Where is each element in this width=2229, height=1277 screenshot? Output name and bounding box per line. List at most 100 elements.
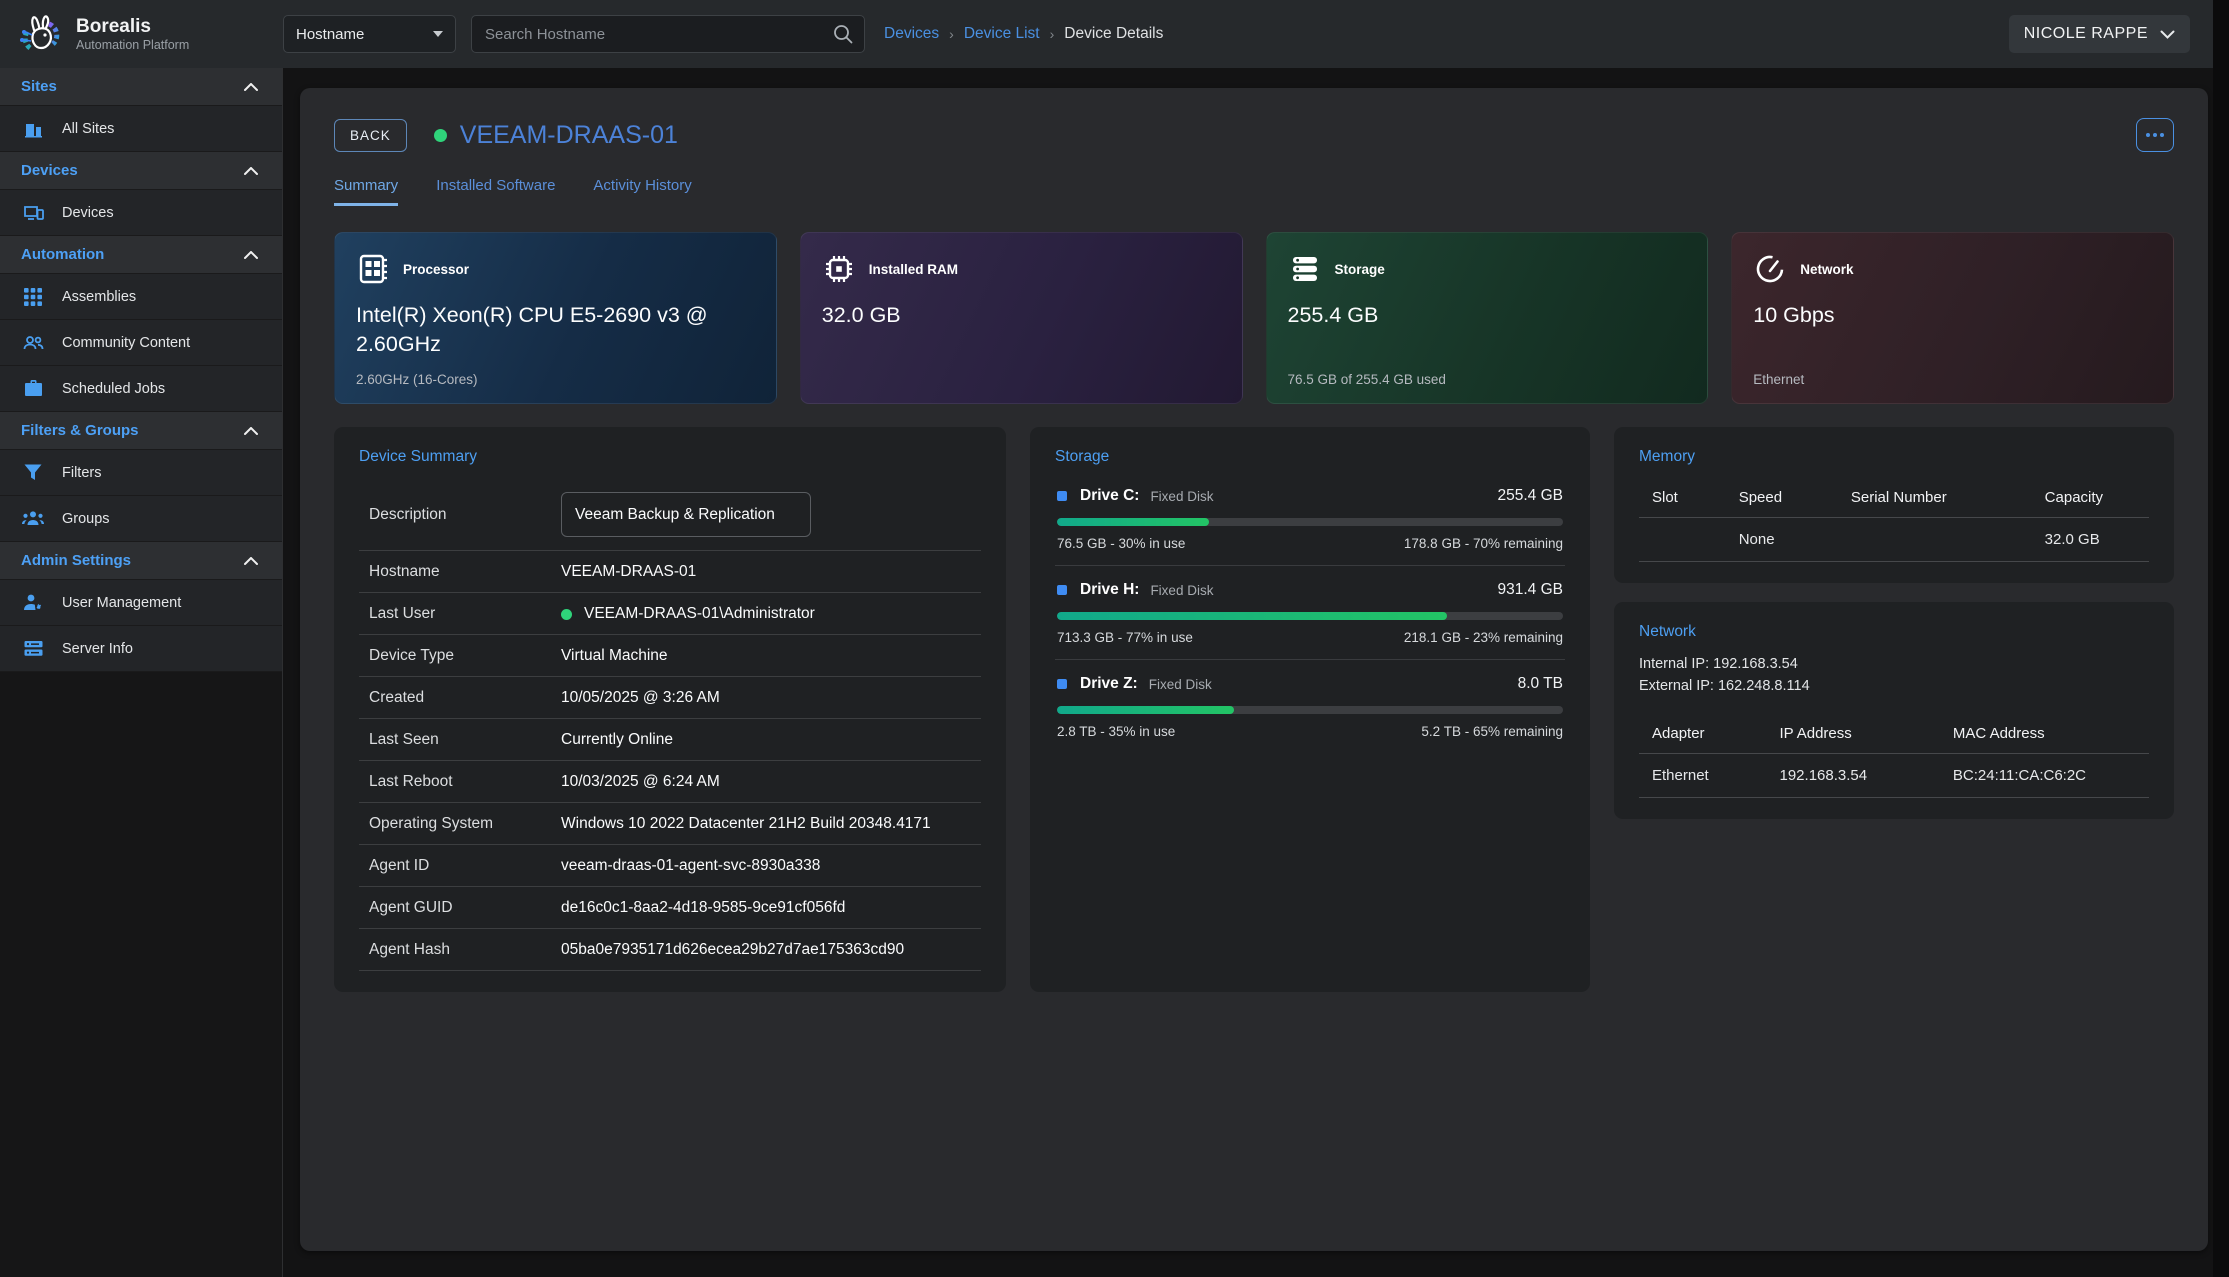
breadcrumb-separator: › [1050, 26, 1055, 42]
drive-remaining-label: 5.2 TB - 65% remaining [1421, 724, 1563, 739]
summary-row-created: Created 10/05/2025 @ 3:26 AM [359, 677, 981, 719]
storage-card: Storage 255.4 GB 76.5 GB of 255.4 GB use… [1266, 232, 1709, 404]
network-header-ip: IP Address [1767, 717, 1940, 754]
ram-chip-icon [822, 252, 856, 286]
memory-speed: None [1726, 518, 1838, 562]
row-label: Description [369, 506, 561, 524]
network-ip: 192.168.3.54 [1767, 754, 1940, 798]
stat-card-title: Installed RAM [869, 262, 958, 277]
search-field-selected: Hostname [296, 26, 364, 43]
search-box [471, 15, 865, 53]
sidebar-section-label: Automation [21, 246, 104, 263]
row-label: Last Seen [369, 731, 561, 749]
network-row: Ethernet 192.168.3.54 BC:24:11:CA:C6:2C [1639, 754, 2149, 798]
memory-row: None 32.0 GB [1639, 518, 2149, 562]
tab-installed-software[interactable]: Installed Software [436, 177, 555, 206]
sidebar-item-groups[interactable]: Groups [0, 496, 282, 542]
sidebar-item-label: Scheduled Jobs [62, 381, 165, 397]
chevron-up-icon [244, 167, 258, 175]
summary-row-description: Description [359, 479, 981, 551]
installed-ram-value: 32.0 GB [822, 301, 1221, 330]
memory-header-capacity: Capacity [2032, 481, 2149, 518]
drive-size: 931.4 GB [1498, 581, 1564, 599]
sidebar-item-assemblies[interactable]: Assemblies [0, 274, 282, 320]
row-label: Hostname [369, 563, 561, 581]
sidebar-item-filters[interactable]: Filters [0, 450, 282, 496]
memory-header-speed: Speed [1726, 481, 1838, 518]
breadcrumb-separator: › [949, 26, 954, 42]
drive-used-label: 76.5 GB - 30% in use [1057, 536, 1185, 551]
tab-activity-history[interactable]: Activity History [593, 177, 691, 206]
summary-row-hostname: Hostname VEEAM-DRAAS-01 [359, 551, 981, 593]
row-value: 10/03/2025 @ 6:24 AM [561, 773, 981, 791]
right-column: Memory Slot Speed Serial Number Capacity… [1614, 427, 2174, 819]
drive-size: 255.4 GB [1498, 487, 1564, 505]
sidebar-item-server-info[interactable]: Server Info [0, 626, 282, 672]
sidebar-item-community-content[interactable]: Community Content [0, 320, 282, 366]
row-value: Currently Online [561, 731, 981, 749]
people-icon [22, 335, 44, 351]
search-field-select[interactable]: Hostname [283, 15, 456, 53]
sidebar-section-sites[interactable]: Sites [0, 68, 282, 106]
network-table: Adapter IP Address MAC Address Ethernet … [1639, 717, 2149, 798]
row-value: 10/05/2025 @ 3:26 AM [561, 689, 981, 707]
network-panel: Network Internal IP: 192.168.3.54 Extern… [1614, 602, 2174, 819]
sidebar-item-label: Groups [62, 511, 110, 527]
sidebar-section-automation[interactable]: Automation [0, 236, 282, 274]
processor-value: Intel(R) Xeon(R) CPU E5-2690 v3 @ 2.60GH… [356, 301, 755, 359]
funnel-icon [22, 464, 44, 481]
sidebar-section-label: Filters & Groups [21, 422, 139, 439]
sidebar-item-devices[interactable]: Devices [0, 190, 282, 236]
scrollbar-gutter[interactable] [2213, 0, 2229, 1277]
row-label: Last Reboot [369, 773, 561, 791]
caret-down-icon [433, 31, 443, 37]
sidebar-section-label: Devices [21, 162, 78, 179]
row-label: Created [369, 689, 561, 707]
row-label: Agent GUID [369, 899, 561, 917]
sidebar-item-all-sites[interactable]: All Sites [0, 106, 282, 152]
drive-usage-bar [1057, 612, 1563, 620]
chevron-down-icon [2160, 30, 2175, 39]
drive-usage-fill [1057, 706, 1234, 714]
groups-icon [22, 511, 44, 526]
row-label: Agent ID [369, 857, 561, 875]
breadcrumb-devices[interactable]: Devices [884, 25, 939, 43]
row-value: VEEAM-DRAAS-01\Administrator [584, 605, 815, 623]
sidebar-section-devices[interactable]: Devices [0, 152, 282, 190]
sidebar-section-label: Admin Settings [21, 552, 131, 569]
tab-summary[interactable]: Summary [334, 177, 398, 206]
storage-subtitle: 76.5 GB of 255.4 GB used [1288, 372, 1446, 387]
description-input[interactable] [561, 492, 811, 537]
processor-subtitle: 2.60GHz (16-Cores) [356, 372, 478, 387]
installed-ram-card: Installed RAM 32.0 GB [800, 232, 1243, 404]
sidebar-section-filters-groups[interactable]: Filters & Groups [0, 412, 282, 450]
row-value: de16c0c1-8aa2-4d18-9585-9ce91cf056fd [561, 899, 981, 917]
sidebar-section-admin-settings[interactable]: Admin Settings [0, 542, 282, 580]
network-value: 10 Gbps [1753, 301, 2152, 330]
more-actions-button[interactable] [2136, 118, 2174, 152]
drive-bullet-icon [1057, 585, 1067, 595]
topbar: Borealis Automation Platform Hostname De… [0, 0, 2213, 68]
summary-row-last-reboot: Last Reboot 10/03/2025 @ 6:24 AM [359, 761, 981, 803]
sidebar-item-label: Community Content [62, 335, 190, 351]
drive-remaining-label: 218.1 GB - 23% remaining [1404, 630, 1563, 645]
row-value: Virtual Machine [561, 647, 981, 665]
sidebar-item-scheduled-jobs[interactable]: Scheduled Jobs [0, 366, 282, 412]
stat-card-title: Network [1800, 262, 1853, 277]
memory-table: Slot Speed Serial Number Capacity None 3… [1639, 481, 2149, 562]
summary-row-agent-guid: Agent GUID de16c0c1-8aa2-4d18-9585-9ce91… [359, 887, 981, 929]
chevron-up-icon [244, 251, 258, 259]
gauge-icon [1753, 252, 1787, 286]
grid-icon [22, 288, 44, 306]
drive-used-label: 2.8 TB - 35% in use [1057, 724, 1175, 739]
brand-name: Borealis [76, 16, 189, 38]
sidebar-item-user-management[interactable]: User Management [0, 580, 282, 626]
breadcrumb-device-list[interactable]: Device List [964, 25, 1040, 43]
user-menu-button[interactable]: NICOLE RAPPE [2009, 15, 2190, 53]
external-ip: External IP: 162.248.8.114 [1639, 675, 2149, 697]
chevron-up-icon [244, 557, 258, 565]
memory-serial [1838, 518, 2032, 562]
back-button[interactable]: BACK [334, 119, 407, 152]
search-input[interactable] [471, 15, 865, 53]
summary-row-operating-system: Operating System Windows 10 2022 Datacen… [359, 803, 981, 845]
